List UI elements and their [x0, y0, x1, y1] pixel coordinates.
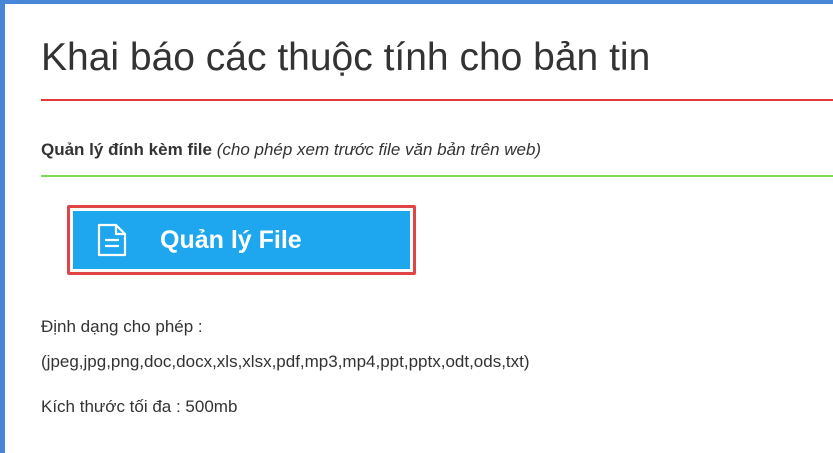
allowed-formats-list: (jpeg,jpg,png,doc,docx,xls,xlsx,pdf,mp3,… [41, 352, 530, 371]
title-divider [41, 99, 833, 101]
content-panel: Khai báo các thuộc tính cho bản tin Quản… [5, 4, 833, 453]
manage-file-button-label: Quản lý File [160, 225, 302, 254]
attachment-note: (cho phép xem trước file văn bản trên we… [216, 140, 542, 159]
attachment-heading: Quản lý đính kèm file [41, 140, 212, 159]
allowed-formats-label: Định dạng cho phép : [41, 317, 203, 336]
file-icon [97, 223, 127, 257]
section-divider [41, 175, 833, 177]
attachment-section-label: Quản lý đính kèm file (cho phép xem trướ… [41, 140, 541, 160]
manage-file-button[interactable]: Quản lý File [73, 211, 410, 269]
page-title: Khai báo các thuộc tính cho bản tin [41, 36, 651, 79]
max-size-text: Kích thước tối đa : 500mb [41, 397, 238, 416]
